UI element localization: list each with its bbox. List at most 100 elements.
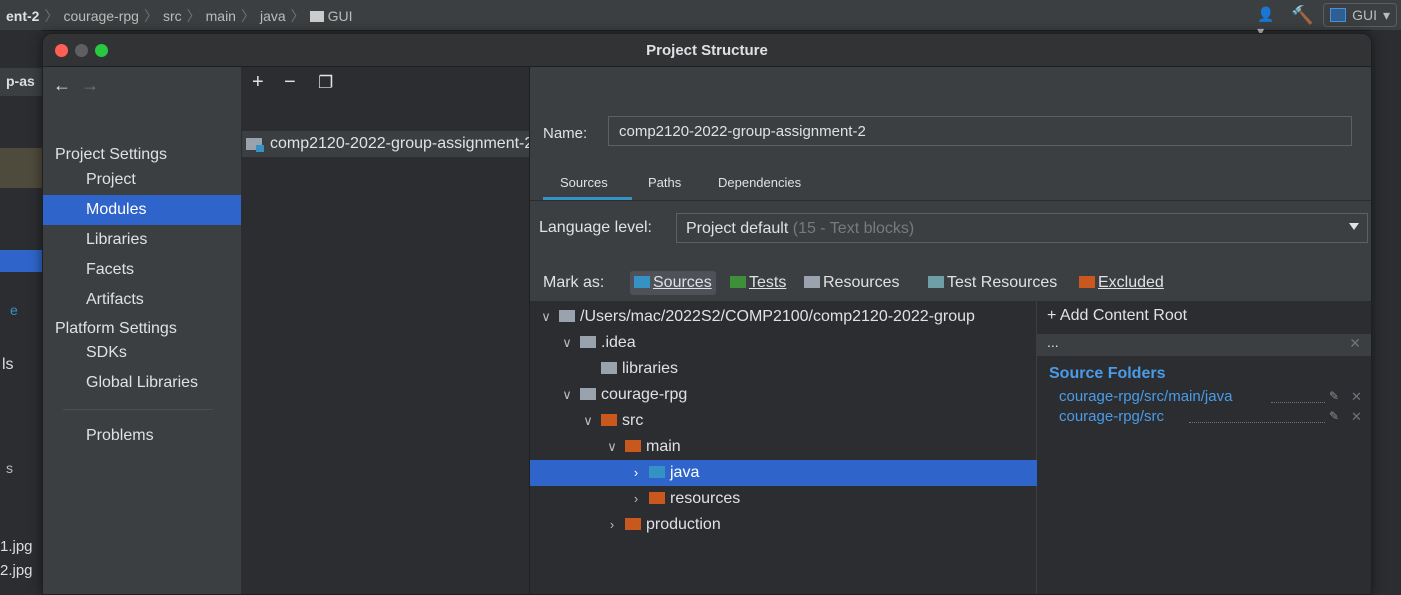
chevron-down-icon: ∨ xyxy=(607,439,617,454)
project-structure-dialog: Project Structure ← → Project Settings Pr… xyxy=(42,33,1372,595)
nav-item-libraries[interactable]: Libraries xyxy=(43,225,241,255)
mark-test-resources-button[interactable]: Test Resources xyxy=(928,271,1057,295)
chevron-down-icon: ∨ xyxy=(541,309,551,324)
folder-icon xyxy=(559,310,575,322)
add-icon[interactable]: + xyxy=(252,71,264,94)
ide-right-edge xyxy=(1371,30,1401,584)
add-content-root-button[interactable]: + Add Content Root xyxy=(1047,307,1187,325)
edit-icon[interactable]: ✎ xyxy=(1329,389,1339,403)
run-config-select[interactable]: GUI ▾ xyxy=(1323,3,1397,27)
remove-icon[interactable]: − xyxy=(284,71,296,94)
mark-test-resources-label: Test Resources xyxy=(947,274,1058,291)
tree-row-libraries[interactable]: libraries xyxy=(530,356,1107,382)
module-name-field[interactable] xyxy=(608,116,1352,146)
breadcrumb-item[interactable]: GUI xyxy=(328,8,353,24)
module-list-item[interactable]: comp2120-2022-group-assignment-2 xyxy=(242,131,529,157)
mark-excluded-button[interactable]: Excluded xyxy=(1079,271,1164,295)
language-level-select[interactable]: Project default (15 - Text blocks) xyxy=(676,213,1368,243)
chevron-right-icon: 〉 xyxy=(240,8,255,24)
tree-row-production[interactable]: › production xyxy=(530,512,1111,538)
chevron-right-icon: › xyxy=(633,491,639,506)
breadcrumb-item[interactable]: ent-2 xyxy=(6,8,39,24)
mark-sources-button[interactable]: Sources xyxy=(630,271,716,295)
excluded-folder-icon xyxy=(625,518,641,530)
tree-label: java xyxy=(670,464,700,481)
divider xyxy=(63,409,213,410)
close-icon[interactable]: ✕ xyxy=(1349,335,1361,352)
modules-list-panel: + − ❐ comp2120-2022-group-assignment-2 xyxy=(242,67,530,594)
panel-row: e xyxy=(0,302,42,322)
panel-row: ls xyxy=(0,356,42,376)
nav-item-artifacts[interactable]: Artifacts xyxy=(43,285,241,315)
tree-label: courage-rpg xyxy=(601,386,688,403)
nav-item-global-libraries[interactable]: Global Libraries xyxy=(43,368,241,398)
breadcrumb-item[interactable]: src xyxy=(163,8,182,24)
dialog-title: Project Structure xyxy=(646,42,768,59)
excluded-folder-icon xyxy=(601,414,617,426)
chevron-down-icon: ▾ xyxy=(1382,6,1390,23)
sources-folder-icon xyxy=(634,276,650,288)
tab-dependencies[interactable]: Dependencies xyxy=(718,175,801,190)
tree-row-root[interactable]: ∨ /Users/mac/2022S2/COMP2100/comp2120-202… xyxy=(530,304,1045,330)
breadcrumb-item[interactable]: courage-rpg xyxy=(63,8,139,24)
excluded-folder-icon xyxy=(649,492,665,504)
nav-item-modules[interactable]: Modules xyxy=(43,195,241,225)
content-root-tree: ∨ /Users/mac/2022S2/COMP2100/comp2120-202… xyxy=(530,301,1135,594)
nav-item-problems[interactable]: Problems xyxy=(43,421,241,451)
forward-arrow-icon[interactable]: → xyxy=(81,75,99,95)
chevron-right-icon: 〉 xyxy=(44,8,59,24)
panel-row: 1.jpg xyxy=(0,538,42,558)
run-config-label: GUI xyxy=(1352,7,1377,23)
remove-icon[interactable]: ✕ xyxy=(1351,409,1362,425)
content-root-header: ... ✕ xyxy=(1037,334,1371,356)
panel-row xyxy=(0,250,42,272)
sources-folder-icon xyxy=(649,466,665,478)
chevron-right-icon: 〉 xyxy=(143,8,158,24)
mark-tests-button[interactable]: Tests xyxy=(730,271,786,295)
tree-row-src[interactable]: ∨ src xyxy=(530,408,1087,434)
nav-item-project[interactable]: Project xyxy=(43,165,241,195)
ide-breadcrumb-bar: ent-2 〉 courage-rpg 〉 src 〉 main 〉 java 〉 GUI 👤▾ 🔨… xyxy=(0,0,1401,39)
folder-icon xyxy=(601,362,617,374)
tree-row-main[interactable]: ∨ main xyxy=(530,434,1111,460)
module-detail-panel: Name: Sources Paths Dependencies Languag… xyxy=(530,67,1371,594)
tree-row-courage-rpg[interactable]: ∨ courage-rpg xyxy=(530,382,1066,408)
class-icon xyxy=(309,11,324,22)
folder-icon xyxy=(580,388,596,400)
hammer-icon[interactable]: 🔨 xyxy=(1291,5,1313,25)
source-folder-path[interactable]: courage-rpg/src xyxy=(1059,408,1164,425)
chevron-down-icon xyxy=(1349,223,1359,230)
source-folder-path[interactable]: courage-rpg/src/main/java xyxy=(1059,388,1232,405)
user-icon[interactable]: 👤▾ xyxy=(1257,6,1279,39)
breadcrumb-item[interactable]: java xyxy=(260,8,286,24)
copy-icon[interactable]: ❐ xyxy=(318,73,333,93)
tab-sources[interactable]: Sources xyxy=(560,175,608,190)
tree-label: main xyxy=(646,438,681,455)
dotted-leader xyxy=(1189,422,1325,423)
remove-icon[interactable]: ✕ xyxy=(1351,389,1362,405)
source-folders-title: Source Folders xyxy=(1049,365,1166,382)
excluded-folder-icon xyxy=(1079,276,1095,288)
ide-left-panel: p-as e ls s 1.jpg 2.jpg xyxy=(0,30,42,584)
nav-item-sdks[interactable]: SDKs xyxy=(43,338,241,368)
tests-folder-icon xyxy=(730,276,746,288)
tree-row-idea[interactable]: ∨ .idea xyxy=(530,330,1066,356)
content-root-panel: + Add Content Root ... ✕ Source Folders … xyxy=(1037,301,1371,594)
panel-row: 2.jpg xyxy=(0,562,42,582)
add-content-root-label: Add Content Root xyxy=(1059,307,1188,324)
nav-arrows: ← → xyxy=(53,75,99,96)
mark-excluded-label: Excluded xyxy=(1098,274,1164,291)
mark-resources-button[interactable]: Resources xyxy=(804,271,899,295)
nav-item-facets[interactable]: Facets xyxy=(43,255,241,285)
breadcrumb-item[interactable]: main xyxy=(206,8,236,24)
edit-icon[interactable]: ✎ xyxy=(1329,409,1339,423)
tab-paths[interactable]: Paths xyxy=(648,175,681,190)
excluded-folder-icon xyxy=(625,440,641,452)
breadcrumb: ent-2 〉 courage-rpg 〉 src 〉 main 〉 java 〉 GUI xyxy=(6,6,353,26)
content-root-path: ... xyxy=(1047,334,1059,350)
name-label: Name: xyxy=(543,125,588,142)
resources-folder-icon xyxy=(804,276,820,288)
file-label: e xyxy=(10,302,18,318)
chevron-right-icon: 〉 xyxy=(290,8,305,24)
back-arrow-icon[interactable]: ← xyxy=(53,75,71,95)
